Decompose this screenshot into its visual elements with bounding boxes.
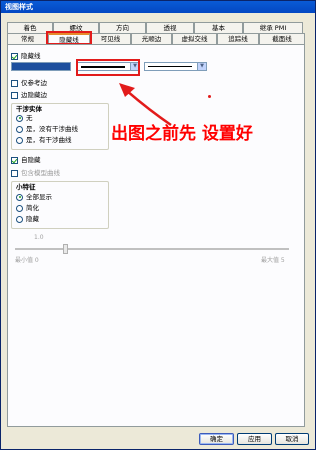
slider-thumb[interactable] [63, 244, 68, 254]
tab-orientation[interactable]: 方向 [99, 22, 146, 33]
tab-visible-lines[interactable]: 可见线 [90, 33, 131, 44]
radio-label: 全部显示 [26, 193, 52, 201]
small-features-group: 小特征 全部显示 简化 隐藏 [11, 181, 109, 229]
tab-general[interactable]: 常规 [7, 33, 48, 44]
radio-button[interactable] [16, 125, 23, 133]
slider-value: 1.0 [34, 234, 44, 241]
window-title: 视图样式 [1, 1, 315, 13]
tab-trace-lines[interactable]: 追踪线 [217, 33, 259, 44]
annotation-dot [208, 95, 211, 98]
small-features-show-all[interactable]: 全部显示 [16, 193, 52, 201]
radio-label: 隐藏 [26, 215, 39, 223]
cancel-button[interactable]: 取消 [275, 433, 309, 445]
ok-button[interactable]: 确定 [199, 433, 234, 445]
option-label: 自隐藏 [21, 156, 41, 164]
interference-group: 干涉实体 无 是，没有干涉曲线 是，有干涉曲线 [11, 103, 109, 150]
tab-inherit-pmi[interactable]: 继承 PMI [243, 22, 303, 33]
view-style-dialog: 视图样式 着色 螺纹 方向 透视 基本 继承 PMI 常规 隐藏线 可见线 光顺… [0, 0, 316, 450]
option-label: 仅参考边 [21, 79, 47, 87]
annotation-arrow-icon [119, 83, 172, 127]
tab-virtual-intersections[interactable]: 虚拟交线 [172, 33, 217, 44]
checkbox-box[interactable] [11, 156, 18, 164]
edges-hide-edges-checkbox[interactable]: 边隐藏边 [11, 91, 47, 99]
tab-basic[interactable]: 基本 [194, 22, 243, 33]
group-title: 小特征 [16, 183, 36, 191]
reference-edges-only-checkbox[interactable]: 仅参考边 [11, 79, 47, 87]
hidden-lines-checkbox[interactable]: 隐藏线 [11, 52, 41, 60]
checkbox-box[interactable] [11, 91, 18, 99]
tab-section-lines[interactable]: 截面线 [259, 33, 305, 44]
line-color-swatch[interactable] [11, 62, 71, 71]
chevron-down-icon[interactable]: ▼ [197, 63, 206, 70]
line-width-combo[interactable]: ▼ [144, 62, 207, 71]
radio-button[interactable] [16, 204, 23, 212]
slider-max-label: 最大值 5 [261, 257, 285, 264]
radio-button[interactable] [16, 114, 23, 122]
radio-label: 是，没有干涉曲线 [26, 125, 78, 133]
option-label: 边隐藏边 [21, 91, 47, 99]
radio-label: 是，有干涉曲线 [26, 136, 72, 144]
checkbox-box[interactable] [11, 52, 18, 60]
group-title: 干涉实体 [16, 105, 42, 113]
slider-min-label: 最小值 0 [15, 257, 39, 264]
radio-button[interactable] [16, 136, 23, 144]
checkbox-box[interactable] [11, 79, 18, 87]
radio-label: 简化 [26, 204, 39, 212]
annotation-combo-highlight [76, 59, 140, 76]
annotation-tab-highlight [46, 31, 92, 45]
interference-option-none[interactable]: 无 [16, 114, 33, 122]
small-features-simplify[interactable]: 简化 [16, 204, 39, 212]
apply-button[interactable]: 应用 [237, 433, 272, 445]
radio-button[interactable] [16, 215, 23, 223]
self-hidden-checkbox[interactable]: 自隐藏 [11, 156, 41, 164]
tab-perspective[interactable]: 透视 [146, 22, 194, 33]
checkbox-box[interactable] [11, 169, 18, 177]
radio-button[interactable] [16, 193, 23, 201]
include-model-curves-checkbox[interactable]: 包含模型曲线 [11, 169, 60, 177]
annotation-text: 出图之前先 设置好 [111, 124, 253, 144]
interference-option-no-curves[interactable]: 是，没有干涉曲线 [16, 125, 78, 133]
interference-option-with-curves[interactable]: 是，有干涉曲线 [16, 136, 72, 144]
option-label: 包含模型曲线 [21, 169, 60, 177]
radio-label: 无 [26, 114, 33, 122]
line-width-preview [148, 66, 192, 67]
slider-track[interactable] [15, 248, 289, 250]
hidden-lines-label: 隐藏线 [21, 52, 41, 60]
small-features-hide[interactable]: 隐藏 [16, 215, 39, 223]
tab-smooth-edges[interactable]: 光顺边 [131, 33, 172, 44]
